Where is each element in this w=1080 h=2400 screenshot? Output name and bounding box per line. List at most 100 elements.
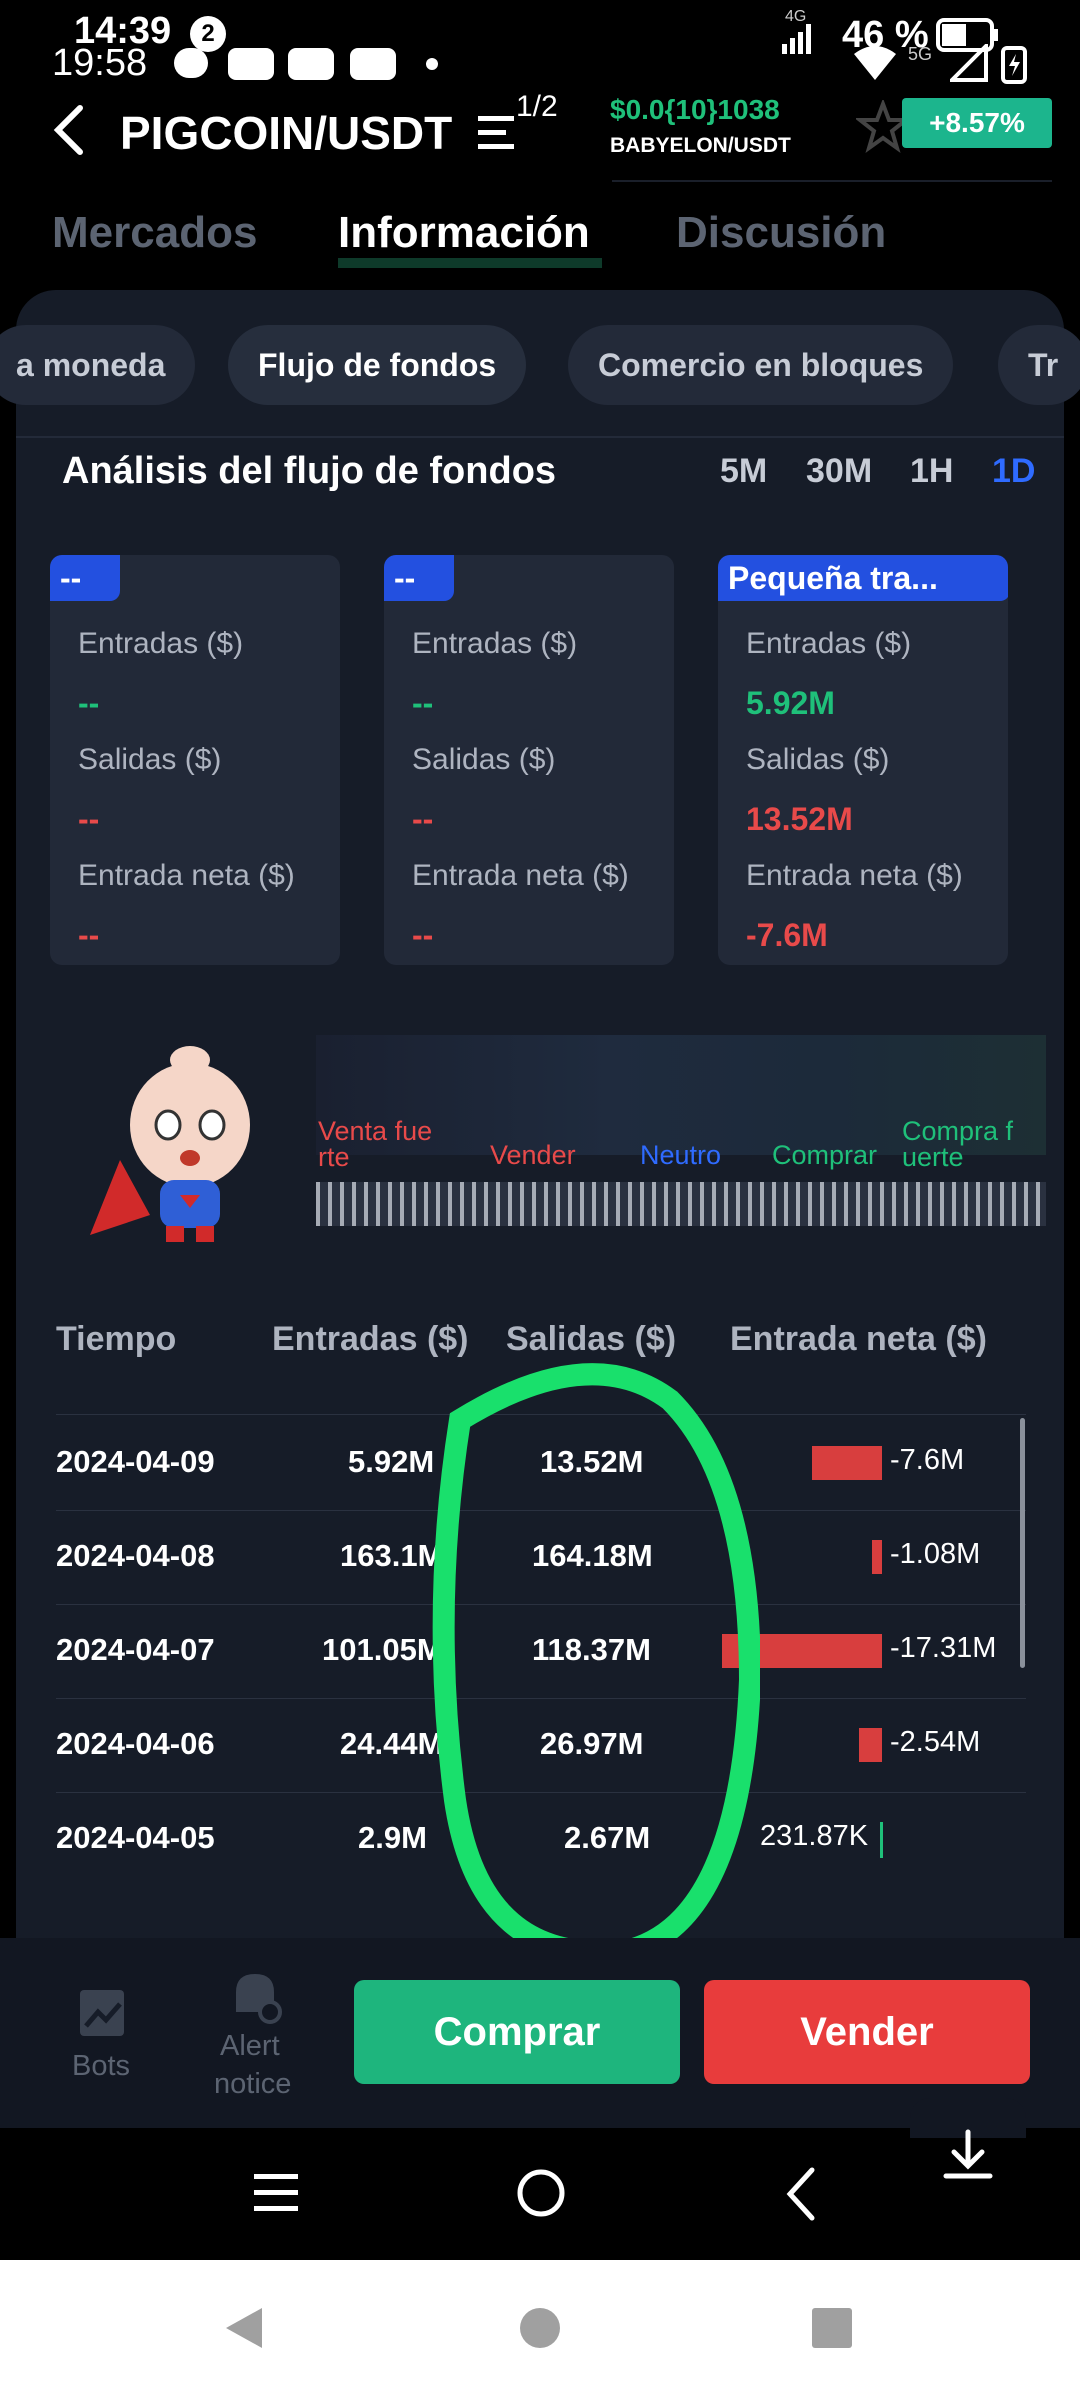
- pair-title[interactable]: PIGCOIN/USDT: [120, 106, 452, 160]
- page-indicator: 1/2: [516, 90, 558, 123]
- system-home-circle-icon[interactable]: [518, 2306, 562, 2350]
- bots-icon[interactable]: [76, 1986, 132, 2042]
- back-chevron-icon[interactable]: [782, 2166, 822, 2222]
- period-30m[interactable]: 30M: [806, 452, 872, 491]
- inflow-label: Entradas ($): [78, 627, 244, 660]
- trade-action-bar: Bots Alert notice Comprar Vender: [0, 1938, 1080, 2128]
- youtube-icon: [350, 48, 396, 80]
- system-back-triangle-icon[interactable]: [222, 2304, 266, 2352]
- youtube-icon: [288, 48, 334, 80]
- row-net: -17.31M: [890, 1632, 997, 1664]
- inflow-label: Entradas ($): [746, 627, 912, 660]
- back-arrow-icon[interactable]: [52, 104, 86, 156]
- analysis-title: Análisis del flujo de fondos: [62, 450, 557, 492]
- cell-signal-icon: [950, 44, 988, 82]
- system-nav-bar: [0, 2260, 1080, 2400]
- chat-bubble-icon: [174, 48, 208, 78]
- row-date: 2024-04-06: [56, 1726, 215, 1761]
- header-divider: [612, 180, 1052, 182]
- sell-button[interactable]: Vender: [704, 1980, 1030, 2084]
- gauge-strong-buy-line2: uerte: [902, 1142, 964, 1172]
- row-date: 2024-04-05: [56, 1820, 215, 1855]
- alert-label-line1[interactable]: Alert: [220, 2030, 280, 2063]
- system-recents-square-icon[interactable]: [810, 2306, 854, 2350]
- recent-apps-menu-icon[interactable]: [252, 2170, 302, 2216]
- active-tab-underline: [338, 258, 602, 268]
- flow-card: -- Entradas ($) -- Salidas ($) -- Entrad…: [384, 555, 674, 965]
- period-5m[interactable]: 5M: [720, 452, 767, 491]
- youtube-icon: [228, 48, 274, 80]
- signal-icon: [782, 24, 811, 54]
- row-date: 2024-04-09: [56, 1444, 215, 1479]
- row-net: -7.6M: [890, 1444, 965, 1476]
- gauge-sell-label: Vender: [490, 1140, 576, 1170]
- change-badge: +8.57%: [902, 98, 1052, 148]
- gauge-buy-label: Comprar: [772, 1140, 878, 1170]
- col-header-time: Tiempo: [56, 1320, 177, 1358]
- net-value: --: [78, 917, 100, 953]
- card-tag: Pequeña tra...: [718, 555, 1008, 601]
- alert-label-line2[interactable]: notice: [214, 2068, 291, 2101]
- table-scrollbar[interactable]: [1020, 1418, 1025, 1668]
- gauge-strong-buy-label: Compra f uerte: [902, 1118, 1013, 1172]
- row-net: -2.54M: [890, 1726, 981, 1758]
- net-label: Entrada neta ($): [746, 859, 963, 892]
- notification-count-badge: 2: [190, 16, 226, 52]
- row-net: -1.08M: [890, 1538, 981, 1570]
- gauge-strong-sell-line2: rte: [318, 1142, 350, 1172]
- row-net: 231.87K: [760, 1820, 869, 1852]
- col-header-outflow: Salidas ($): [506, 1320, 677, 1358]
- net-value: -7.6M: [746, 917, 828, 953]
- net-bar: [859, 1728, 882, 1762]
- tab-discusion[interactable]: Discusión: [676, 208, 886, 258]
- outflow-highlight-circle: [432, 1363, 760, 1964]
- more-notifications-dot-icon: [426, 58, 438, 70]
- charging-battery-icon: [1001, 46, 1027, 84]
- card-tag: --: [384, 555, 454, 601]
- status-time-bottom: 19:58: [52, 42, 148, 84]
- period-1h[interactable]: 1H: [910, 452, 953, 491]
- row-inflow: 2.9M: [358, 1820, 427, 1855]
- inflow-value: 5.92M: [746, 685, 835, 721]
- buy-button[interactable]: Comprar: [354, 1980, 680, 2084]
- chip-comercio-en-bloques[interactable]: Comercio en bloques: [568, 325, 954, 405]
- row-date: 2024-04-08: [56, 1538, 215, 1573]
- net-value: --: [412, 917, 434, 953]
- period-1d[interactable]: 1D: [992, 452, 1035, 491]
- outflow-value: --: [78, 801, 100, 837]
- phone-nav-bar: [0, 2098, 1080, 2273]
- gauge-neutral-label: Neutro: [640, 1140, 722, 1170]
- home-circle-icon[interactable]: [514, 2166, 568, 2220]
- alert-bell-icon[interactable]: [226, 1968, 284, 2026]
- ticker-price: $0.0{10}1038: [610, 94, 780, 125]
- net-bar-positive: [880, 1822, 883, 1858]
- row-date: 2024-04-07: [56, 1632, 215, 1667]
- tab-informacion[interactable]: Información: [338, 208, 590, 258]
- chip-flujo-de-fondos[interactable]: Flujo de fondos: [228, 325, 527, 405]
- gauge-strong-sell-label: Venta fue rte: [318, 1118, 432, 1172]
- col-header-inflow: Entradas ($): [272, 1320, 469, 1358]
- outflow-value: 13.52M: [746, 801, 853, 837]
- pig-mascot-icon: [90, 1046, 250, 1242]
- bots-label[interactable]: Bots: [72, 2050, 130, 2083]
- pair-header: PIGCOIN/USDT 1/2 $0.0{10}1038 BABYELON/U…: [0, 90, 1080, 210]
- net-bar: [872, 1540, 882, 1574]
- inflow-label: Entradas ($): [412, 627, 578, 660]
- net-bar: [812, 1446, 882, 1480]
- outflow-label: Salidas ($): [746, 743, 890, 776]
- ticker-pair: BABYELON/USDT: [610, 134, 791, 157]
- tab-mercados[interactable]: Mercados: [52, 208, 257, 258]
- inflow-value: --: [412, 685, 434, 721]
- flow-card-small-trades: Pequeña tra... Entradas ($) 5.92M Salida…: [718, 555, 1008, 965]
- chips-divider: [16, 436, 1064, 438]
- sentiment-gauge-scale: [316, 1182, 1046, 1226]
- wifi-icon: [854, 46, 896, 80]
- download-icon[interactable]: [940, 2128, 996, 2188]
- chip-more[interactable]: Tr: [998, 325, 1080, 405]
- outflow-label: Salidas ($): [78, 743, 222, 776]
- outflow-label: Salidas ($): [412, 743, 556, 776]
- chip-moneda[interactable]: a moneda: [0, 325, 196, 405]
- pair-menu-icon[interactable]: [476, 110, 520, 154]
- net-label: Entrada neta ($): [78, 859, 295, 892]
- outflow-value: --: [412, 801, 434, 837]
